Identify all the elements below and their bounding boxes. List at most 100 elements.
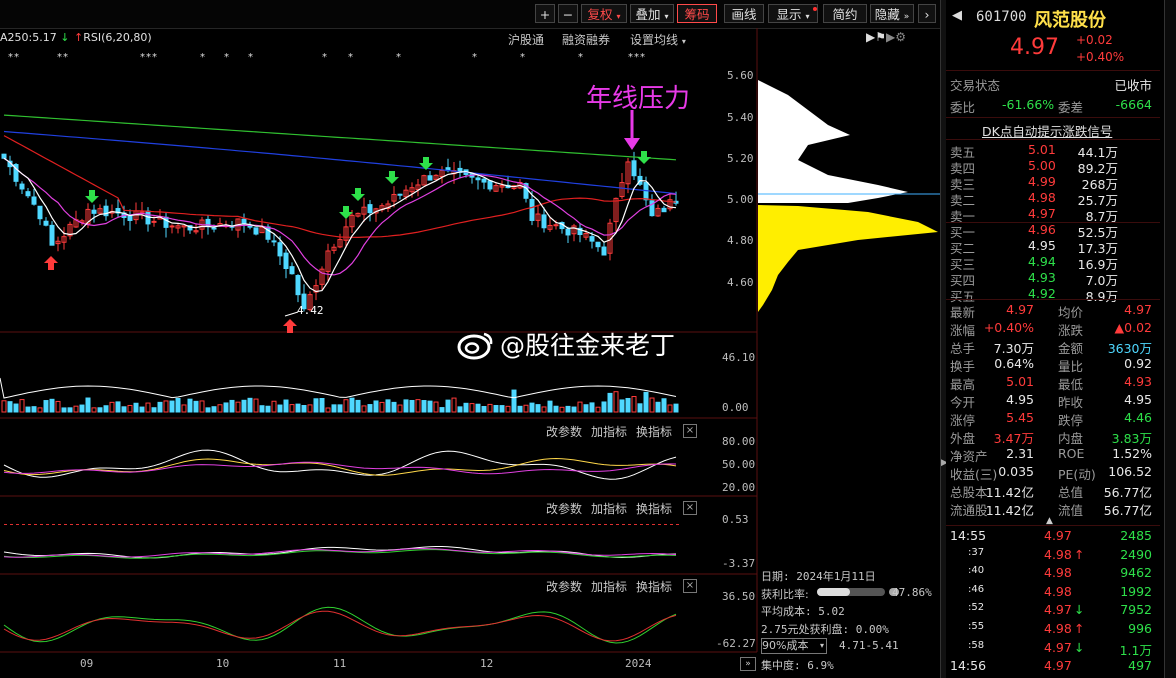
stat-label: 最低 [1058, 377, 1084, 392]
macd-dash [52, 524, 55, 525]
volume-bar [73, 405, 79, 413]
macd-dash [460, 524, 463, 525]
macd-dash [550, 524, 553, 525]
close-icon[interactable]: × [683, 501, 697, 515]
volume-bar [391, 401, 397, 413]
pane-params-button[interactable]: 改参数 [546, 423, 582, 440]
stat-row: 总手 7.30万 金额 3630万 [946, 338, 1160, 356]
date-tick: 10 [216, 657, 230, 670]
volume-bar [367, 404, 373, 413]
macd-dash [406, 524, 409, 525]
arrow-down-icon: ↓ [1074, 639, 1085, 655]
cost-select[interactable]: 90%成本 ▾ [761, 638, 827, 654]
volume-bar [13, 403, 19, 413]
volume-bar [67, 407, 73, 413]
macd-dash [400, 524, 403, 525]
close-icon[interactable]: × [683, 579, 697, 593]
tick-price: 4.97 [1044, 639, 1072, 655]
pane-swap-button[interactable]: 换指标 [636, 500, 672, 517]
macd-dash [142, 524, 145, 525]
scroll-right-button[interactable]: » [740, 657, 756, 671]
macd-dash [556, 524, 559, 525]
candle-body [37, 205, 43, 220]
candle-body [49, 224, 55, 246]
macd-dash [274, 524, 277, 525]
macd-dash [352, 524, 355, 525]
macd-dash [100, 524, 103, 525]
stat-label: 今开 [950, 395, 976, 410]
right-edge-tabs[interactable] [1164, 0, 1176, 678]
volume-bar [445, 399, 451, 413]
candle-body [475, 177, 481, 181]
volume-bar [139, 406, 145, 413]
back-icon[interactable]: ◀ [952, 8, 962, 23]
pane-params-button[interactable]: 改参数 [546, 578, 582, 595]
dk-signal-link[interactable]: DK点自动提示涨跌信号 [982, 121, 1112, 140]
macd-dash [568, 524, 571, 525]
macd-dash [634, 524, 637, 525]
volume-bar [25, 406, 31, 413]
volume-bar [559, 406, 565, 413]
macd-dash [442, 524, 445, 525]
ask-price: 5.01 [1028, 142, 1056, 157]
macd-dash [598, 524, 601, 525]
tick-row: :52 4.97 ↓ 7952 [946, 602, 1160, 620]
divider [946, 117, 1160, 118]
quote-panel: ◀ 601700 风范股份 4.97 +0.02 +0.40% 交易状态 已收市… [946, 0, 1164, 678]
volume-bar [43, 400, 49, 413]
macd-dash [370, 524, 373, 525]
volume-bar [607, 392, 613, 413]
concentration: 集中度: 6.9% [761, 659, 834, 672]
cost-range: 4.71-5.41 [839, 639, 899, 652]
macd-dash [286, 524, 289, 525]
bid-price: 4.95 [1028, 238, 1056, 253]
macd-dash [94, 524, 97, 525]
macd-dash [478, 524, 481, 525]
candles [1, 151, 679, 312]
pane-add-button[interactable]: 加指标 [591, 500, 627, 517]
trade-status-row: 交易状态 已收市 [946, 75, 1160, 93]
pane-swap-button[interactable]: 换指标 [636, 578, 672, 595]
pane-swap-button[interactable]: 换指标 [636, 423, 672, 440]
macd-dash [490, 524, 493, 525]
pane-add-button[interactable]: 加指标 [591, 423, 627, 440]
volume-bar [331, 404, 337, 413]
volume-bar [457, 406, 463, 413]
tick-price: 4.98 [1044, 583, 1072, 599]
cost-select-value: 90%成本 [762, 639, 809, 652]
indicator-axis-tick: 0.00 [722, 401, 749, 414]
signal-star: * [348, 52, 353, 63]
signal-star: * [57, 52, 62, 63]
tick-time: :52 [968, 602, 985, 614]
indicator-axis-tick: -62.27 [716, 637, 756, 650]
volume-bar [511, 389, 517, 413]
pane-params-button[interactable]: 改参数 [546, 500, 582, 517]
macd-dash [562, 524, 565, 525]
volume-bar [187, 398, 193, 413]
weibo-icon [457, 332, 493, 360]
stat-label: 流通股 [950, 503, 988, 518]
profit-ratio-label: 获利比率: [761, 588, 809, 601]
sell-signal-arrow-head [85, 196, 99, 203]
volume-bar [541, 406, 547, 413]
price-change: +0.02 [1076, 33, 1113, 47]
tick-volume: 2485 [1120, 528, 1152, 543]
indicator-axis-tick: -3.37 [722, 557, 756, 570]
volume-bar [151, 407, 157, 413]
volume-bar [271, 400, 277, 413]
collapse-up-icon[interactable]: ▲ [1046, 517, 1062, 526]
volume-bar [133, 402, 139, 413]
volume-bar [313, 398, 319, 413]
close-icon[interactable]: × [683, 424, 697, 438]
volume-bar [469, 403, 475, 413]
volume-bar [283, 399, 289, 413]
weibi-row: 委比 -61.66% 委差 -6664 [946, 97, 1160, 115]
pane-add-button[interactable]: 加指标 [591, 578, 627, 595]
volume-bar [493, 404, 499, 413]
macd-dash [544, 524, 547, 525]
weicha-label: 委差 [1058, 100, 1084, 115]
sell-signal-arrow [89, 190, 95, 197]
buy-signal-arrow [287, 326, 293, 333]
volume-bar [325, 407, 331, 413]
sell-signal-arrow [389, 171, 395, 178]
